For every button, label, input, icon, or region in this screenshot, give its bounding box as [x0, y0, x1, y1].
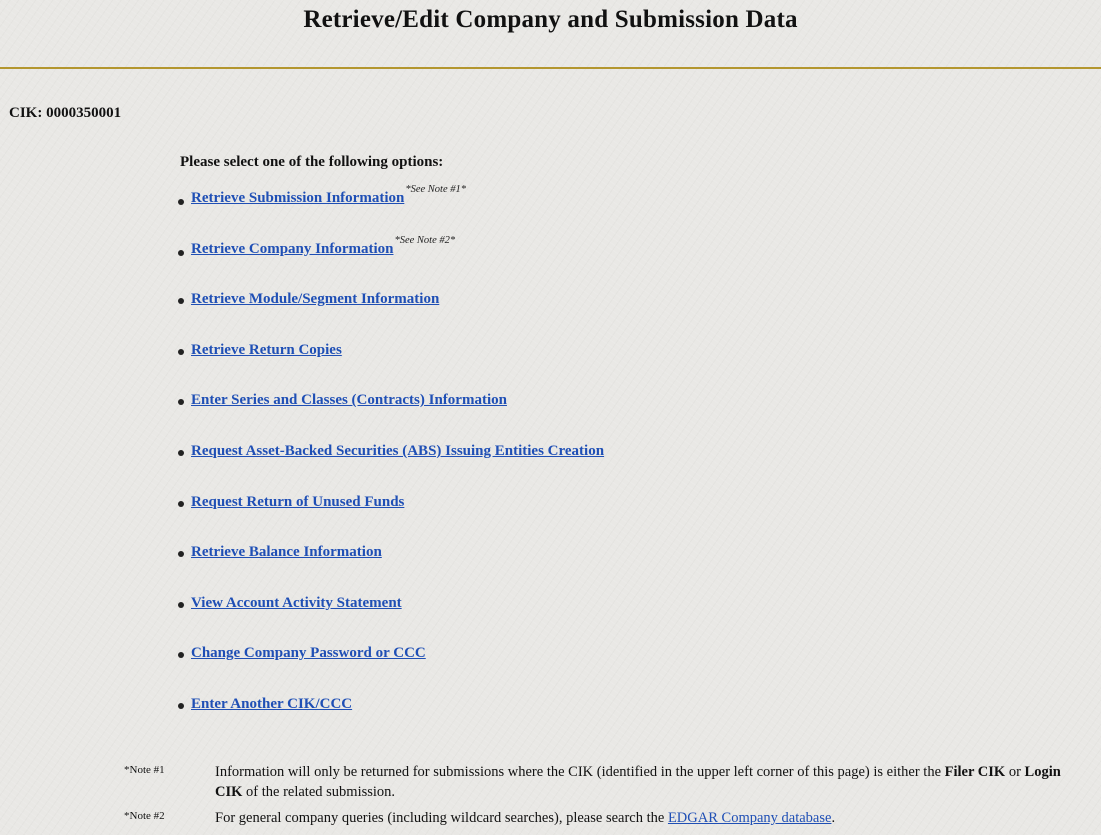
bullet-icon: [178, 249, 184, 256]
note-2-text: For general company queries (including w…: [215, 808, 835, 828]
bullet-icon: [178, 601, 184, 608]
retrieve-company-information-link[interactable]: Retrieve Company Information: [191, 241, 393, 258]
note-2-text-before: For general company queries (including w…: [215, 810, 668, 826]
bullet-icon: [178, 652, 184, 659]
options-prompt: Please select one of the following optio…: [180, 154, 444, 170]
bullet-icon: [178, 298, 184, 305]
note-reference: *See Note #1*: [405, 184, 466, 195]
retrieve-module-segment-information-link[interactable]: Retrieve Module/Segment Information: [191, 291, 439, 308]
note-1-text-before: Information will only be returned for su…: [215, 764, 945, 780]
bullet-icon: [178, 449, 184, 456]
note-2-label: *Note #2: [124, 810, 165, 822]
option-enter-another-cik-ccc: Enter Another CIK/CCC: [178, 696, 604, 747]
option-request-return-of-unused-funds: Request Return of Unused Funds: [178, 494, 604, 545]
option-retrieve-return-copies: Retrieve Return Copies: [178, 342, 604, 393]
retrieve-return-copies-link[interactable]: Retrieve Return Copies: [191, 342, 342, 359]
note-1-filer-cik: Filer CIK: [944, 764, 1006, 780]
retrieve-balance-information-link[interactable]: Retrieve Balance Information: [191, 544, 382, 561]
view-account-activity-statement-link[interactable]: View Account Activity Statement: [191, 595, 402, 612]
change-company-password-or-ccc-link[interactable]: Change Company Password or CCC: [191, 645, 426, 662]
bullet-icon: [178, 702, 184, 709]
title-divider: [0, 67, 1101, 69]
note-2: *Note #2 For general company queries (in…: [124, 808, 1084, 828]
bullet-icon: [178, 348, 184, 355]
option-retrieve-company-information: Retrieve Company Information *See Note #…: [178, 235, 604, 292]
bullet-icon: [178, 500, 184, 507]
option-retrieve-submission-information: Retrieve Submission Information *See Not…: [178, 184, 604, 241]
option-request-abs-issuing-entities: Request Asset-Backed Securities (ABS) Is…: [178, 443, 604, 494]
note-1-label: *Note #1: [124, 764, 165, 776]
edgar-company-database-link[interactable]: EDGAR Company database: [668, 810, 832, 826]
note-1: *Note #1 Information will only be return…: [124, 762, 1084, 802]
option-change-company-password-or-ccc: Change Company Password or CCC: [178, 645, 604, 696]
cik-label: CIK: 0000350001: [9, 105, 122, 121]
note-1-text: Information will only be returned for su…: [215, 762, 1084, 802]
request-return-of-unused-funds-link[interactable]: Request Return of Unused Funds: [191, 494, 404, 511]
option-retrieve-module-segment-information: Retrieve Module/Segment Information: [178, 291, 604, 342]
bullet-icon: [178, 399, 184, 406]
options-list: Retrieve Submission Information *See Not…: [178, 184, 604, 747]
retrieve-submission-information-link[interactable]: Retrieve Submission Information: [191, 190, 404, 207]
bullet-icon: [178, 551, 184, 558]
option-view-account-activity-statement: View Account Activity Statement: [178, 595, 604, 646]
bullet-icon: [178, 199, 184, 205]
option-enter-series-and-classes: Enter Series and Classes (Contracts) Inf…: [178, 392, 604, 443]
note-2-text-after: .: [831, 810, 836, 826]
note-1-text-after: of the related submission.: [242, 784, 396, 800]
note-1-text-mid: or: [1005, 764, 1025, 780]
notes-section: *Note #1 Information will only be return…: [124, 762, 1084, 834]
enter-series-and-classes-link[interactable]: Enter Series and Classes (Contracts) Inf…: [191, 392, 507, 409]
request-abs-issuing-entities-link[interactable]: Request Asset-Backed Securities (ABS) Is…: [191, 443, 604, 460]
page-title: Retrieve/Edit Company and Submission Dat…: [303, 6, 798, 33]
note-reference: *See Note #2*: [394, 234, 456, 246]
enter-another-cik-ccc-link[interactable]: Enter Another CIK/CCC: [191, 696, 352, 713]
option-retrieve-balance-information: Retrieve Balance Information: [178, 544, 604, 595]
